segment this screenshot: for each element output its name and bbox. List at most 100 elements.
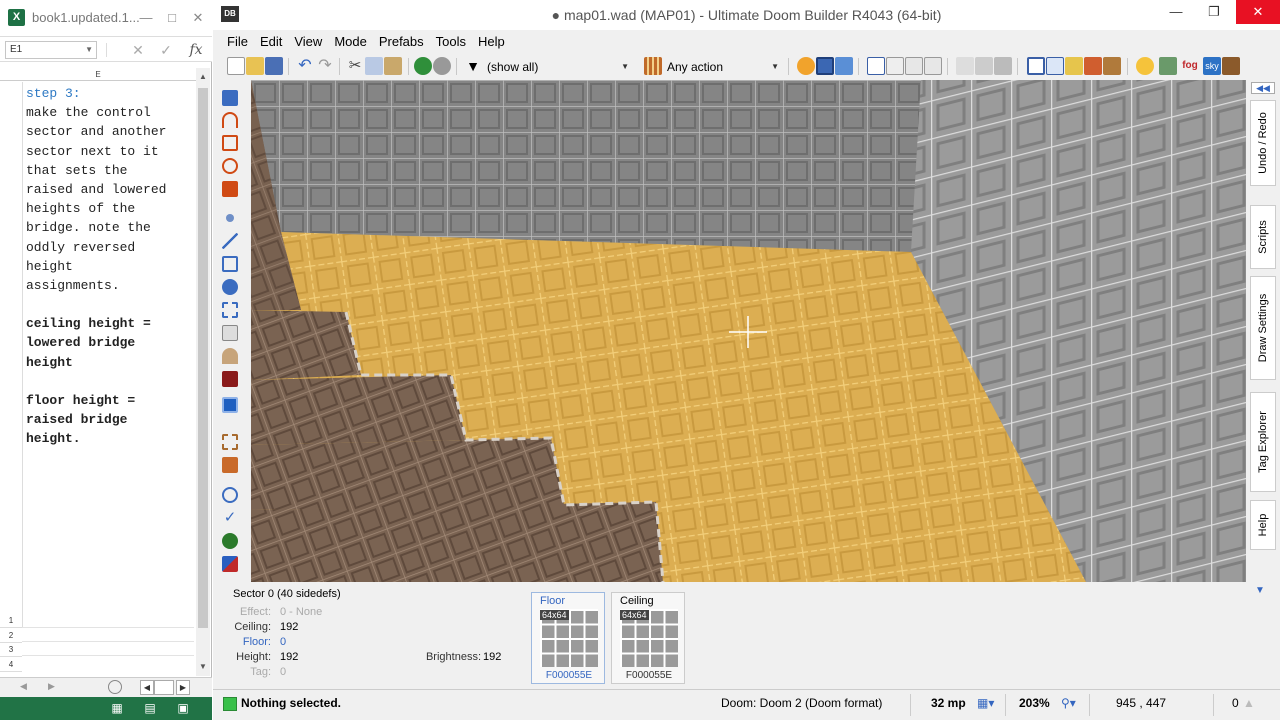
cut-icon[interactable]: ✂ <box>346 57 364 75</box>
minimize-icon[interactable]: — <box>136 8 156 28</box>
chevron-down-icon[interactable]: ▼ <box>771 57 779 77</box>
make-sectors-icon[interactable] <box>222 302 238 318</box>
select-region-icon[interactable] <box>222 434 238 450</box>
grid-icon[interactable]: ▦▾ <box>977 696 994 710</box>
hscroll-thumb[interactable] <box>154 680 174 695</box>
tab-draw-settings[interactable]: Draw Settings <box>1250 276 1276 380</box>
row-number[interactable]: 2 <box>0 628 22 643</box>
floor-texture-preview[interactable]: Floor 64x64 F000055E <box>531 592 605 684</box>
visual-mode-viewport[interactable] <box>251 80 1246 582</box>
toggle-grid-icon[interactable] <box>1027 57 1045 75</box>
menu-help[interactable]: Help <box>472 31 511 53</box>
menu-edit[interactable]: Edit <box>254 31 288 53</box>
fog-icon[interactable]: fog <box>1181 57 1199 75</box>
row-number[interactable]: 1 <box>0 614 22 628</box>
page-layout-icon[interactable]: ▤ <box>141 699 159 717</box>
menu-prefabs[interactable]: Prefabs <box>373 31 430 53</box>
expand-panel-icon[interactable]: ▼ <box>1255 585 1265 596</box>
visual-mode-icon[interactable] <box>222 397 238 413</box>
chevron-down-icon[interactable]: ▼ <box>621 57 629 77</box>
check-map-icon[interactable]: ✓ <box>222 510 238 526</box>
sound-environment-icon[interactable] <box>222 348 238 364</box>
draw-curve-icon[interactable] <box>222 112 238 128</box>
normal-view-icon[interactable]: ▦ <box>108 699 126 717</box>
grid-size[interactable]: 32 mp <box>931 696 966 710</box>
view-ceilings-icon[interactable] <box>924 57 942 75</box>
name-box[interactable]: E1 ▼ <box>5 41 97 59</box>
linedef-action-icon[interactable] <box>644 57 662 75</box>
menu-tools[interactable]: Tools <box>430 31 472 53</box>
cancel-icon[interactable]: ✕ <box>128 41 148 59</box>
minimize-icon[interactable]: — <box>1159 0 1193 24</box>
filter-icon[interactable]: ▼ <box>464 57 482 75</box>
full-brightness-icon[interactable] <box>1159 57 1177 75</box>
paste-properties-icon[interactable] <box>975 57 993 75</box>
tab-prev-icon[interactable]: ◀ <box>20 681 27 692</box>
copy-properties-icon[interactable] <box>956 57 974 75</box>
thing-filter-select[interactable]: (show all) ▼ <box>487 57 629 77</box>
ceiling-texture-preview[interactable]: Ceiling 64x64 F000055E <box>611 592 685 684</box>
menu-view[interactable]: View <box>288 31 328 53</box>
undo-icon[interactable]: ↶ <box>296 57 314 75</box>
toggle-comments-icon[interactable] <box>1046 57 1064 75</box>
redo-icon[interactable]: ↷ <box>316 57 334 75</box>
chevron-down-icon[interactable]: ▼ <box>85 42 93 58</box>
sheet-options-icon[interactable] <box>108 680 122 694</box>
toggle-event-lines-icon[interactable] <box>1103 57 1121 75</box>
open-map-icon[interactable] <box>246 57 264 75</box>
maximize-icon[interactable]: ❐ <box>1197 0 1231 24</box>
game-config[interactable]: Doom: Doom 2 (Doom format) <box>721 696 882 710</box>
menu-file[interactable]: File <box>221 31 254 53</box>
close-icon[interactable]: ✕ <box>1236 0 1280 24</box>
row-number[interactable]: 3 <box>0 643 22 657</box>
scroll-thumb[interactable] <box>198 88 208 628</box>
new-map-icon[interactable] <box>227 57 245 75</box>
sectors-mode-icon[interactable] <box>222 256 238 272</box>
tab-help[interactable]: Help <box>1250 500 1276 550</box>
light-bulb-icon[interactable] <box>1136 57 1154 75</box>
column-header[interactable]: E <box>0 68 196 81</box>
tab-scripts[interactable]: Scripts <box>1250 205 1276 269</box>
maximize-icon[interactable]: □ <box>162 8 182 28</box>
things-mode-icon[interactable] <box>222 279 238 295</box>
view-brightness-icon[interactable] <box>886 57 904 75</box>
enter-check-icon[interactable]: ✓ <box>156 41 176 59</box>
prefab-previous-icon[interactable] <box>433 57 451 75</box>
model-render-icon[interactable] <box>1222 57 1240 75</box>
tab-tag-explorer[interactable]: Tag Explorer <box>1250 392 1276 492</box>
tab-undo-redo[interactable]: Undo / Redo <box>1250 100 1276 186</box>
viewport-scene[interactable] <box>251 80 1246 582</box>
draw-grid-icon[interactable] <box>222 181 238 197</box>
scroll-down-icon[interactable]: ▼ <box>196 660 210 674</box>
grid-snap-icon[interactable] <box>816 57 834 75</box>
close-icon[interactable]: ✕ <box>188 8 208 28</box>
view-normal-icon[interactable] <box>867 57 885 75</box>
paste-options-icon[interactable] <box>994 57 1012 75</box>
view-floors-icon[interactable] <box>905 57 923 75</box>
collapse-docker-icon[interactable]: ◀◀ <box>1251 82 1275 94</box>
find-replace-icon[interactable] <box>222 487 238 503</box>
doom-face-icon[interactable] <box>222 371 238 387</box>
page-break-icon[interactable]: ▣ <box>174 699 192 717</box>
zoom-icon[interactable]: ⚲▾ <box>1061 696 1076 710</box>
vertices-mode-icon[interactable] <box>226 214 234 222</box>
merge-geometry-icon[interactable] <box>835 57 853 75</box>
toggle-fixed-things-icon[interactable] <box>1065 57 1083 75</box>
insert-function-icon[interactable]: fx <box>186 41 206 59</box>
row-number[interactable]: 4 <box>0 657 22 672</box>
curve-linedefs-icon[interactable] <box>222 457 238 473</box>
edit-selection-icon[interactable] <box>222 325 238 341</box>
save-map-icon[interactable] <box>265 57 283 75</box>
warning-triangle-icon[interactable]: ▲ <box>1243 696 1255 710</box>
tab-next-icon[interactable]: ▶ <box>48 681 55 692</box>
draw-lines-icon[interactable] <box>222 90 238 106</box>
brightness-icon[interactable] <box>797 57 815 75</box>
sky-icon[interactable]: sky <box>1203 57 1221 75</box>
toggle-dynamic-grid-icon[interactable] <box>1084 57 1102 75</box>
action-filter-select[interactable]: Any action ▼ <box>667 57 779 77</box>
script-editor-icon[interactable] <box>222 533 238 549</box>
draw-rectangle-icon[interactable] <box>222 135 238 151</box>
menu-mode[interactable]: Mode <box>328 31 373 53</box>
scroll-up-icon[interactable]: ▲ <box>196 70 210 84</box>
hscroll-right-icon[interactable]: ▶ <box>176 680 190 695</box>
